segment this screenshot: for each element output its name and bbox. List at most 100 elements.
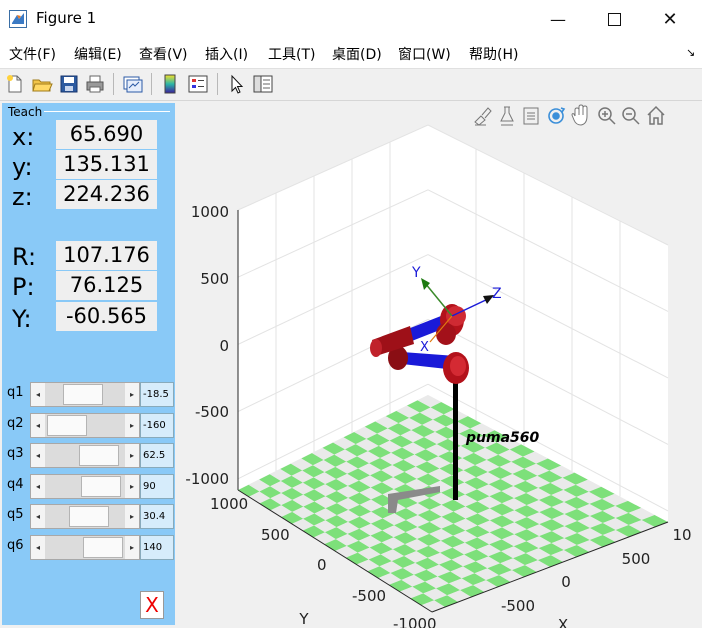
pose-yaw-value: -60.565 — [56, 302, 157, 331]
x-tick-label: 0 — [561, 573, 571, 591]
pose-x-label: x: — [12, 123, 35, 151]
z-tick-label: -500 — [195, 403, 229, 421]
z-tick-label: 1000 — [191, 203, 229, 221]
joint-q4-slider[interactable]: ◂ ▸ — [30, 473, 140, 499]
pose-y-value: 135.131 — [56, 150, 157, 179]
slider-thumb[interactable] — [79, 445, 119, 466]
pose-z-value: 224.236 — [56, 180, 157, 209]
joint-q4-label: q4 — [7, 476, 24, 492]
menu-window[interactable]: 窗口(W) — [398, 44, 451, 64]
teach-panel-title: Teach — [6, 105, 45, 119]
menu-desktop[interactable]: 桌面(D) — [332, 44, 382, 64]
menu-bar: 文件(F) 编辑(E) 查看(V) 插入(I) 工具(T) 桌面(D) 窗口(W… — [0, 38, 702, 69]
dock-arrow-icon[interactable]: ↘ — [686, 46, 695, 59]
x-tick-label: -500 — [501, 597, 535, 615]
joint-q6-value[interactable]: 140 — [140, 534, 174, 560]
menu-tools[interactable]: 工具(T) — [268, 44, 315, 64]
slider-right-arrow-icon[interactable]: ▸ — [125, 383, 139, 406]
slider-thumb[interactable] — [81, 475, 121, 497]
window-title: Figure 1 — [36, 9, 97, 27]
y-tick-label: 0 — [317, 556, 327, 574]
pose-roll-value: 107.176 — [56, 241, 157, 270]
teach-panel: Teach x: 65.690 y: 135.131 z: 224.236 R:… — [2, 103, 175, 625]
joint-q2-label: q2 — [7, 415, 24, 431]
y-tick-label: -1000 — [393, 615, 437, 628]
menu-insert[interactable]: 插入(I) — [205, 44, 248, 64]
joint-q6-label: q6 — [7, 537, 24, 553]
joint-q3-label: q3 — [7, 446, 24, 461]
y-tick-label: -500 — [352, 587, 386, 605]
insert-colorbar-icon[interactable] — [160, 73, 182, 95]
robot-3d-axes[interactable]: 1000 500 0 -500 -1000 1000 500 0 -500 -1000 -500 0 5… — [178, 100, 698, 628]
menu-help[interactable]: 帮助(H) — [469, 44, 518, 64]
joint-q1-slider[interactable]: ◂ ▸ — [30, 382, 140, 407]
slider-thumb[interactable] — [47, 414, 87, 436]
pose-yaw-label: Y: — [12, 305, 32, 333]
joint-q5-slider[interactable]: ◂ ▸ — [30, 504, 140, 529]
slider-thumb[interactable] — [63, 384, 103, 405]
print-icon[interactable] — [84, 73, 106, 95]
menu-file[interactable]: 文件(F) — [9, 44, 56, 64]
joint-q2-value[interactable]: -160 — [140, 412, 174, 438]
frame-y-label: Y — [411, 265, 421, 281]
pose-pitch-label: P: — [12, 273, 35, 301]
new-figure-icon[interactable] — [4, 73, 26, 95]
slider-left-arrow-icon[interactable]: ◂ — [31, 474, 45, 498]
matlab-logo-icon — [9, 10, 27, 28]
figure-toolbar — [0, 69, 702, 101]
joint-q6-slider[interactable]: ◂ ▸ — [30, 534, 140, 560]
property-inspector-icon[interactable] — [252, 73, 274, 95]
x-tick-label: 10 — [672, 526, 691, 544]
maximize-button[interactable] — [586, 0, 642, 38]
toolbar-separator — [217, 73, 218, 95]
window-titlebar: Figure 1 — ✕ — [0, 0, 702, 38]
open-file-icon[interactable] — [31, 73, 53, 95]
slider-thumb[interactable] — [83, 536, 123, 558]
save-icon[interactable] — [58, 73, 80, 95]
y-tick-label: 500 — [261, 526, 290, 544]
close-button[interactable]: ✕ — [642, 0, 698, 38]
slider-left-arrow-icon[interactable]: ◂ — [31, 444, 45, 467]
slider-right-arrow-icon[interactable]: ▸ — [125, 444, 139, 467]
z-tick-label: 0 — [219, 337, 229, 355]
z-tick-label: -1000 — [185, 470, 229, 488]
pose-x-value: 65.690 — [56, 120, 157, 149]
joint-q1-value[interactable]: -18.5 — [140, 382, 174, 407]
slider-right-arrow-icon[interactable]: ▸ — [125, 505, 139, 528]
slider-right-arrow-icon[interactable]: ▸ — [125, 413, 139, 437]
slider-left-arrow-icon[interactable]: ◂ — [31, 535, 45, 559]
menu-edit[interactable]: 编辑(E) — [74, 44, 122, 64]
joint-q3-slider[interactable]: ◂ ▸ — [30, 443, 140, 468]
pose-pitch-value: 76.125 — [56, 271, 157, 300]
z-tick-label: 500 — [200, 270, 229, 288]
menu-view[interactable]: 查看(V) — [139, 44, 188, 64]
joint-q5-value[interactable]: 30.4 — [140, 504, 174, 529]
slider-thumb[interactable] — [69, 506, 109, 527]
insert-legend-icon[interactable] — [187, 73, 209, 95]
joint-q5-label: q5 — [7, 507, 24, 522]
robot-base-pole — [453, 368, 458, 500]
teach-close-button[interactable]: X — [140, 591, 164, 619]
joint-q1-label: q1 — [7, 385, 24, 400]
pose-z-label: z: — [12, 183, 33, 211]
slider-left-arrow-icon[interactable]: ◂ — [31, 383, 45, 406]
joint-q4-value[interactable]: 90 — [140, 473, 174, 499]
edit-plot-arrow-icon[interactable] — [226, 73, 248, 95]
robot-name-label: puma560 — [465, 430, 540, 446]
pose-roll-label: R: — [12, 243, 37, 271]
toolbar-separator — [113, 73, 114, 95]
slider-right-arrow-icon[interactable]: ▸ — [125, 535, 139, 559]
x-axis-label: X — [558, 616, 568, 628]
slider-left-arrow-icon[interactable]: ◂ — [31, 505, 45, 528]
toolbar-separator — [151, 73, 152, 95]
minimize-button[interactable]: — — [530, 0, 586, 38]
y-tick-label: 1000 — [210, 495, 248, 513]
slider-left-arrow-icon[interactable]: ◂ — [31, 413, 45, 437]
maximize-icon — [607, 12, 621, 26]
slider-right-arrow-icon[interactable]: ▸ — [125, 474, 139, 498]
x-tick-label: 500 — [622, 550, 651, 568]
link-plot-icon[interactable] — [121, 73, 143, 95]
frame-z-label: Z — [492, 286, 502, 302]
joint-q2-slider[interactable]: ◂ ▸ — [30, 412, 140, 438]
joint-q3-value[interactable]: 62.5 — [140, 443, 174, 468]
